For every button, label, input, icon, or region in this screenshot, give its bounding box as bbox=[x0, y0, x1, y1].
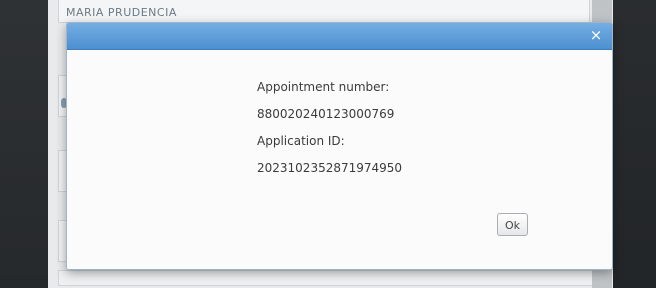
application-id-value: 2023102352871974950 bbox=[257, 161, 403, 175]
appointment-info: Appointment number: 880020240123000769 A… bbox=[257, 80, 402, 188]
appointment-number-label: Appointment number: bbox=[257, 80, 390, 94]
right-dark-strip bbox=[612, 0, 656, 288]
dialog-titlebar: × bbox=[67, 23, 612, 50]
close-icon[interactable]: × bbox=[588, 27, 604, 43]
background-footer-panel bbox=[58, 270, 594, 286]
ok-button[interactable]: Ok bbox=[497, 213, 528, 236]
left-dark-strip bbox=[0, 0, 48, 288]
background-name-text: MARIA PRUDENCIA bbox=[66, 6, 177, 19]
appointment-dialog: × Appointment number: 880020240123000769… bbox=[66, 22, 613, 270]
dialog-body: Appointment number: 880020240123000769 A… bbox=[67, 50, 612, 269]
application-id-label: Application ID: bbox=[257, 134, 345, 148]
appointment-number-value: 880020240123000769 bbox=[257, 107, 395, 121]
